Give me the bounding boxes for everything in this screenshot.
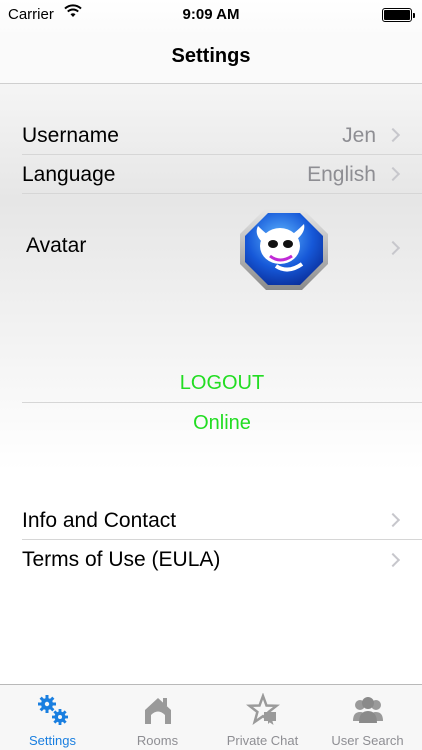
tab-label: User Search: [331, 733, 404, 748]
tab-private-chat[interactable]: Private Chat: [210, 685, 315, 750]
navigation-bar: Settings: [0, 32, 422, 84]
status-time: 9:09 AM: [182, 6, 240, 23]
tab-user-search[interactable]: User Search: [315, 685, 420, 750]
chevron-right-icon: [385, 240, 401, 256]
tab-settings[interactable]: Settings: [0, 685, 105, 750]
page-title: Settings: [171, 45, 251, 67]
avatar-row[interactable]: Avatar: [22, 200, 422, 300]
house-icon: [145, 698, 171, 724]
tab-bar: Settings Rooms Private Chat User Search: [0, 684, 422, 750]
gears-icon: [38, 695, 68, 725]
chevron-right-icon: [385, 552, 401, 567]
tab-label: Rooms: [136, 733, 179, 748]
info-contact-row[interactable]: Info and Contact: [22, 501, 422, 540]
status-bar: Carrier 9:09 AM: [0, 0, 422, 32]
info-contact-label: Info and Contact: [22, 509, 177, 532]
language-value: English: [307, 163, 376, 186]
battery-icon: [382, 8, 415, 22]
language-label: Language: [22, 163, 116, 186]
online-status-text: Online: [193, 412, 251, 434]
chevron-right-icon: [385, 127, 401, 143]
language-row[interactable]: Language English: [22, 155, 422, 194]
username-label: Username: [22, 124, 119, 147]
avatar-image[interactable]: [236, 204, 332, 294]
logout-label: LOGOUT: [179, 372, 265, 394]
status-badge: Online: [22, 404, 422, 442]
tab-rooms[interactable]: Rooms: [105, 685, 210, 750]
chevron-right-icon: [385, 512, 401, 528]
username-value: Jen: [342, 124, 376, 147]
users-icon: [353, 697, 383, 723]
logout-button[interactable]: LOGOUT: [22, 364, 422, 403]
avatar-label: Avatar: [26, 234, 87, 257]
username-row[interactable]: Username Jen: [22, 116, 422, 155]
tab-label: Settings: [29, 733, 76, 748]
terms-label: Terms of Use (EULA): [22, 548, 221, 571]
star-chat-icon: [246, 693, 280, 725]
chevron-right-icon: [385, 166, 401, 182]
terms-row[interactable]: Terms of Use (EULA): [22, 540, 422, 579]
tab-label: Private Chat: [226, 733, 299, 748]
